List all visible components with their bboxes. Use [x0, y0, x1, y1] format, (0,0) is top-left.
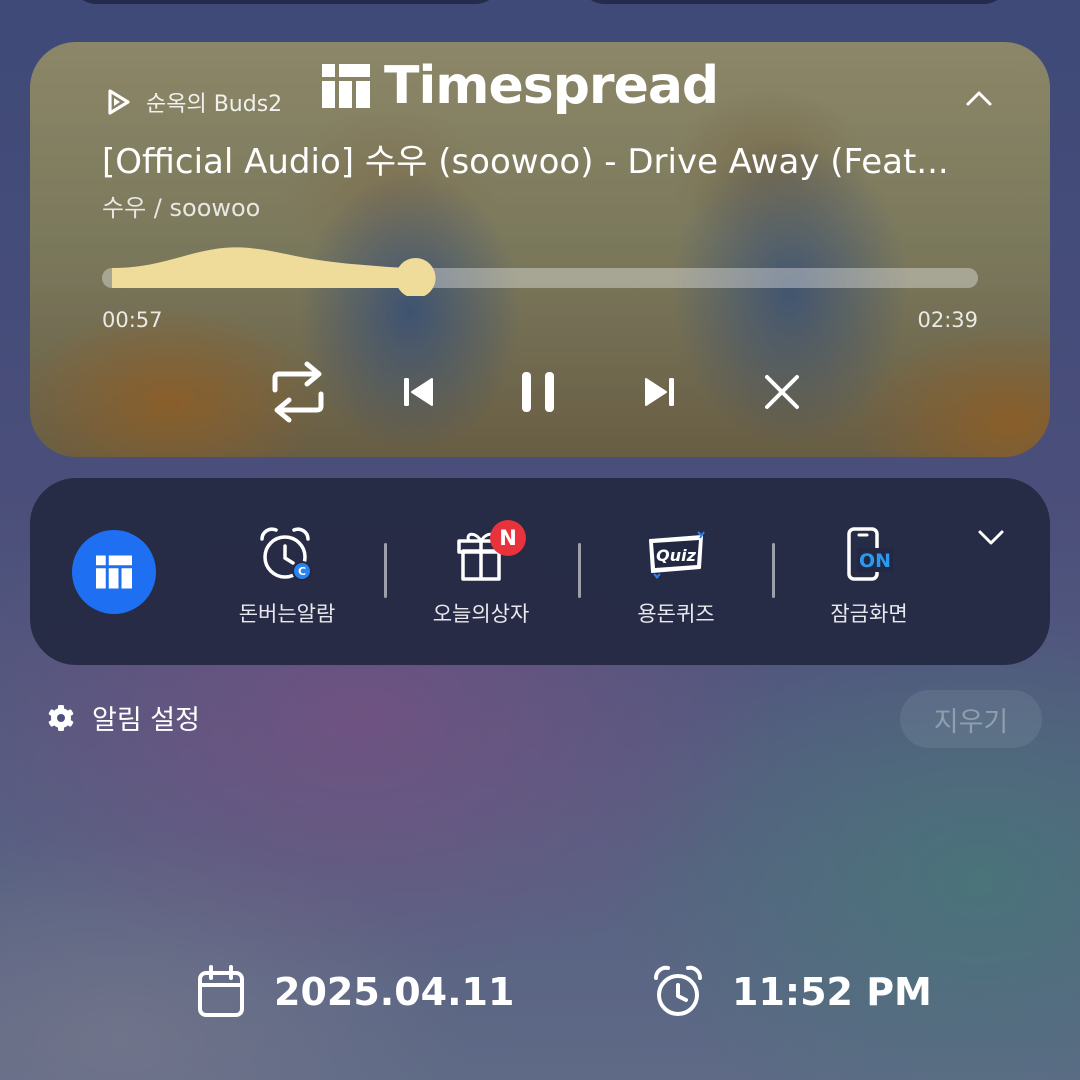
new-badge: N	[490, 520, 526, 556]
close-media-button[interactable]	[750, 352, 814, 432]
lockscreen-on-icon: ON	[847, 527, 893, 581]
next-icon	[645, 378, 674, 406]
pause-button[interactable]	[506, 352, 570, 432]
play-outline-icon	[108, 89, 130, 115]
quiz-icon: Quiz	[649, 531, 705, 579]
time-display: 11:52 PM	[652, 965, 932, 1019]
gear-icon	[48, 704, 74, 731]
shortcut-label: 용돈퀴즈	[637, 602, 715, 626]
seek-bar-played-wave	[112, 247, 416, 288]
track-artist: 수우 / soowoo	[102, 194, 261, 222]
track-title: [Official Audio] 수우 (soowoo) - Drive Awa…	[102, 142, 949, 182]
clear-notifications-button[interactable]: 지우기	[900, 690, 1042, 748]
chevron-up-icon[interactable]	[962, 82, 996, 116]
next-button[interactable]	[628, 352, 692, 432]
svg-text:C: C	[298, 565, 306, 578]
shortcut-label: 잠금화면	[830, 602, 908, 626]
calendar-icon	[198, 965, 244, 1017]
seek-bar-thumb	[395, 258, 436, 296]
media-source-label: 순옥의 Buds2	[146, 92, 283, 117]
shortcut-label: 오늘의상자	[432, 602, 530, 626]
notification-settings-link[interactable]: 알림 설정	[46, 698, 200, 737]
total-duration: 02:39	[917, 308, 978, 332]
shortcut-label: 돈버는알람	[238, 602, 336, 626]
date-display: 2025.04.11	[196, 965, 514, 1019]
previous-icon	[404, 378, 433, 406]
timespread-wordmark: Timespread	[384, 56, 719, 116]
repeat-button[interactable]	[262, 352, 334, 432]
repeat-icon	[272, 361, 324, 423]
elapsed-time: 00:57	[102, 308, 163, 332]
pause-icon	[522, 372, 554, 412]
shortcut-today-box[interactable]: N 오늘의상자	[396, 520, 566, 628]
timespread-app-button[interactable]	[72, 530, 156, 614]
date-text: 2025.04.11	[274, 970, 515, 1014]
seek-bar[interactable]	[102, 240, 978, 296]
quick-settings-tile-left[interactable]	[72, 0, 500, 4]
timespread-app-icon	[96, 555, 132, 589]
lockscreen-icon-text: ON	[859, 550, 891, 572]
shortcut-divider	[578, 543, 581, 598]
close-icon	[765, 375, 799, 409]
alarm-clock-icon	[654, 965, 702, 1016]
quiz-icon-text: Quiz	[656, 546, 696, 565]
shortcut-quiz[interactable]: Quiz 용돈퀴즈	[591, 522, 761, 628]
timespread-watermark: Timespread	[322, 56, 719, 116]
media-source[interactable]: 순옥의 Buds2	[104, 86, 282, 118]
notification-settings-label: 알림 설정	[92, 705, 200, 736]
alarm-coin-icon: C	[260, 527, 312, 581]
shortcut-lockscreen[interactable]: ON 잠금화면	[784, 522, 954, 628]
shortcut-divider	[384, 543, 387, 598]
quick-settings-tile-right[interactable]	[580, 0, 1008, 4]
shortcut-money-alarm[interactable]: C 돈버는알람	[202, 522, 372, 628]
timespread-shortcut-panel: C 돈버는알람 N 오늘의상자 Quiz 용돈퀴즈 ON 잠금화면	[30, 478, 1050, 665]
shortcut-divider	[772, 543, 775, 598]
chevron-down-icon[interactable]	[974, 520, 1008, 554]
timespread-logo-icon	[322, 64, 370, 108]
time-text: 11:52 PM	[732, 970, 932, 1014]
previous-button[interactable]	[386, 352, 450, 432]
